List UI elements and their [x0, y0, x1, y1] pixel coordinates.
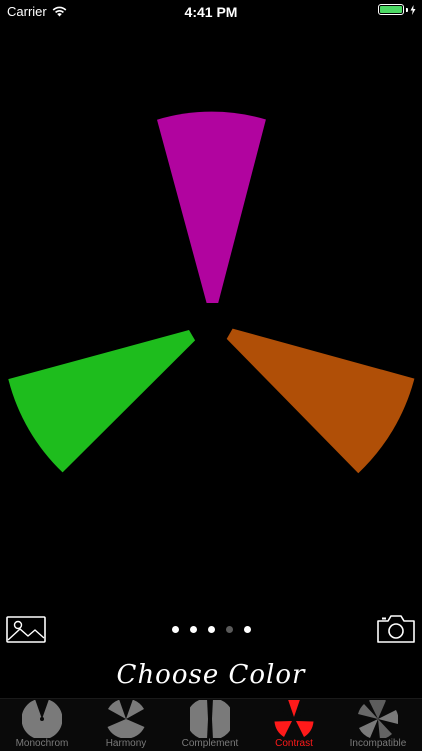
battery-level [380, 6, 402, 13]
color-wheel[interactable] [0, 90, 422, 510]
page-dot[interactable] [171, 626, 179, 633]
tab-monochrom[interactable]: Monochrom [0, 700, 84, 751]
contrast-icon [274, 700, 314, 737]
battery-icon [378, 4, 404, 15]
page-control[interactable] [0, 626, 422, 633]
tab-label-monochrom: Monochrom [15, 738, 69, 749]
color-segment-green[interactable] [8, 330, 196, 473]
tab-label-harmony: Harmony [105, 738, 147, 749]
battery-tip [406, 7, 408, 12]
page-dot[interactable] [189, 626, 197, 633]
status-bar: Carrier 4:41 PM [0, 0, 422, 22]
choose-color-title: Choose Color [116, 660, 306, 690]
tab-harmony[interactable]: Harmony [84, 700, 168, 751]
monochrom-icon [22, 700, 62, 738]
tab-contrast[interactable]: Contrast [252, 700, 336, 751]
tab-label-complement: Complement [181, 738, 239, 749]
harmony-icon [107, 700, 145, 738]
page-dot[interactable] [225, 626, 233, 633]
tab-complement[interactable]: Complement [168, 700, 252, 751]
color-segment-magenta[interactable] [157, 111, 266, 303]
color-segment-orange[interactable] [226, 328, 415, 474]
status-time: 4:41 PM [184, 4, 238, 20]
charging-bolt-icon [410, 4, 416, 15]
tab-label-contrast: Contrast [275, 738, 313, 749]
page-dot[interactable] [207, 626, 215, 633]
incompatible-icon [358, 700, 398, 738]
battery-indicator [378, 4, 416, 15]
tab-incompatible[interactable]: Incompatible [336, 700, 420, 751]
tab-label-incompatible: Incompatible [349, 738, 407, 749]
complement-icon [190, 700, 230, 738]
page-dot[interactable] [243, 626, 251, 633]
tab-bar: Monochrom Harmony Complement Contrast In… [0, 698, 422, 751]
